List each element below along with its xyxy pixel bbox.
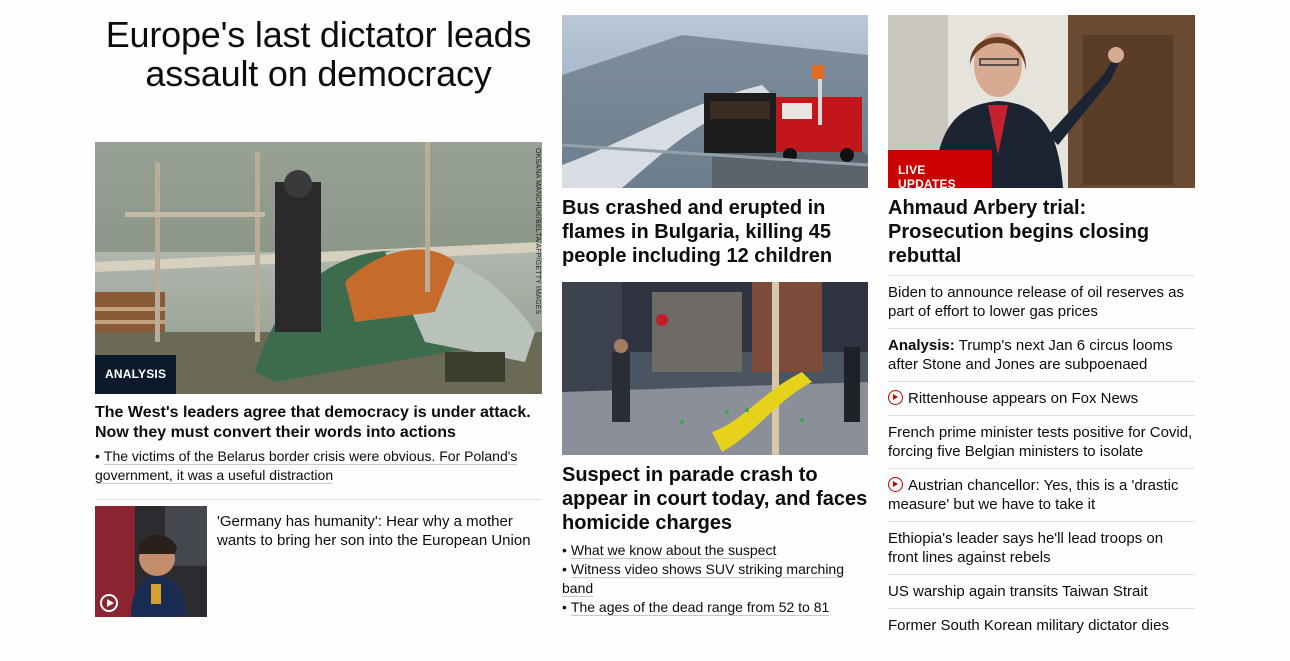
list-item[interactable]: US warship again transits Taiwan Strait: [888, 574, 1195, 608]
bus-crash-headline[interactable]: Bus crashed and erupted in flames in Bul…: [562, 196, 868, 268]
list-item[interactable]: Rittenhouse appears on Fox News: [888, 381, 1195, 415]
analysis-label: Analysis:: [888, 337, 955, 354]
south-korea-dictator-link[interactable]: Former South Korean military dictator di…: [888, 617, 1169, 634]
photo-credit: OKSANA MANCHUK/BELTA/AFP/GETTY IMAGES: [534, 148, 541, 315]
list-item: • The victims of the Belarus border crisi…: [95, 448, 518, 484]
hero-headline[interactable]: Europe's last dictator leads assault on …: [95, 0, 542, 142]
suspect-link[interactable]: What we know about the suspect: [570, 542, 777, 559]
left-column: Europe's last dictator leads assault on …: [95, 0, 542, 617]
taiwan-strait-link[interactable]: US warship again transits Taiwan Strait: [888, 583, 1148, 600]
list-item[interactable]: Analysis: Trump's next Jan 6 circus loom…: [888, 328, 1195, 381]
middle-column: Bus crashed and erupted in flames in Bul…: [562, 0, 868, 617]
video-play-icon: [888, 477, 903, 492]
germany-humanity-link[interactable]: 'Germany has humanity': Hear why a mothe…: [217, 506, 542, 617]
child-video-thumbnail[interactable]: [95, 506, 207, 617]
ethiopia-leader-link[interactable]: Ethiopia's leader says he'll lead troops…: [888, 530, 1163, 566]
list-item[interactable]: French prime minister tests positive for…: [888, 415, 1195, 468]
parade-scene-image: [562, 282, 868, 455]
parade-crash-photo[interactable]: [562, 282, 868, 455]
democracy-lead-headline[interactable]: The West's leaders agree that democracy …: [95, 403, 542, 443]
list-item[interactable]: Ethiopia's leader says he'll lead troops…: [888, 521, 1195, 574]
witness-video-link[interactable]: Witness video shows SUV striking marchin…: [562, 561, 845, 597]
belarus-border-photo[interactable]: OKSANA MANCHUK/BELTA/AFP/GETTY IMAGES AN…: [95, 142, 542, 394]
bus-crash-photo[interactable]: [562, 15, 868, 188]
list-item: • What we know about the suspect: [562, 542, 777, 559]
video-play-icon: [888, 390, 903, 405]
austrian-chancellor-video-link[interactable]: Austrian chancellor: Yes, this is a 'dra…: [888, 477, 1179, 513]
biden-oil-link[interactable]: Biden to announce release of oil reserve…: [888, 284, 1184, 320]
related-link[interactable]: The victims of the Belarus border crisis…: [95, 448, 518, 484]
arbery-trial-photo[interactable]: LIVE UPDATES: [888, 15, 1195, 188]
divider: [95, 499, 542, 500]
list-item: • Witness video shows SUV striking marchi…: [562, 561, 845, 597]
bus-fire-image: [562, 15, 868, 188]
arbery-trial-headline[interactable]: Ahmaud Arbery trial: Prosecution begins …: [888, 196, 1195, 268]
video-card[interactable]: 'Germany has humanity': Hear why a mothe…: [95, 506, 542, 617]
headline-list: Biden to announce release of oil reserve…: [888, 275, 1195, 642]
trump-analysis-link[interactable]: Analysis: Trump's next Jan 6 circus loom…: [888, 337, 1173, 373]
list-item[interactable]: Biden to announce release of oil reserve…: [888, 275, 1195, 328]
parade-crash-headline[interactable]: Suspect in parade crash to appear in cou…: [562, 463, 868, 535]
ages-link[interactable]: The ages of the dead range from 52 to 81: [570, 599, 830, 616]
related-links-list: • The victims of the Belarus border crisi…: [95, 447, 542, 485]
live-updates-badge: LIVE UPDATES: [888, 150, 992, 188]
right-column: LIVE UPDATES Ahmaud Arbery trial: Prosec…: [888, 0, 1195, 642]
list-item: • The ages of the dead range from 52 to 8…: [562, 599, 830, 616]
list-item[interactable]: Former South Korean military dictator di…: [888, 608, 1195, 642]
play-circle-icon[interactable]: [100, 594, 118, 612]
analysis-badge: ANALYSIS: [95, 355, 177, 394]
rittenhouse-video-link[interactable]: Rittenhouse appears on Fox News: [888, 390, 1138, 407]
french-pm-covid-link[interactable]: French prime minister tests positive for…: [888, 424, 1192, 460]
parade-related-list: • What we know about the suspect • Witness…: [562, 541, 868, 617]
list-item[interactable]: Austrian chancellor: Yes, this is a 'dra…: [888, 468, 1195, 521]
